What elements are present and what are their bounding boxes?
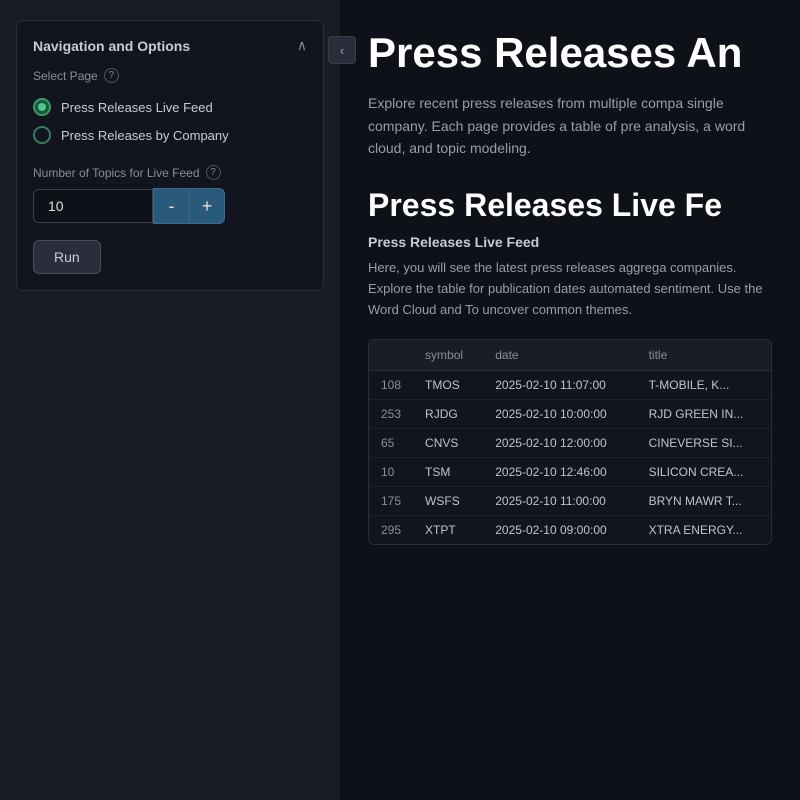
cell-id: 295 [369, 515, 413, 544]
table-row[interactable]: 10 TSM 2025-02-10 12:46:00 SILICON CREA.… [369, 457, 771, 486]
table-row[interactable]: 65 CNVS 2025-02-10 12:00:00 CINEVERSE SI… [369, 428, 771, 457]
col-header-symbol: symbol [413, 340, 483, 371]
col-header-title: title [637, 340, 771, 371]
topics-value[interactable]: 10 [33, 189, 153, 223]
cell-id: 10 [369, 457, 413, 486]
sidebar: ‹ Navigation and Options ∧ Select Page ?… [0, 0, 340, 800]
decrement-button[interactable]: - [153, 188, 189, 224]
page-description: Explore recent press releases from multi… [368, 92, 772, 159]
cell-symbol: TMOS [413, 370, 483, 399]
cell-title: XTRA ENERGY... [637, 515, 771, 544]
col-header-date: date [483, 340, 636, 371]
table-header: symbol date title [369, 340, 771, 371]
section-description: Here, you will see the latest press rele… [368, 258, 772, 320]
select-page-help-icon[interactable]: ? [104, 68, 119, 83]
cell-date: 2025-02-10 12:00:00 [483, 428, 636, 457]
section-label: Press Releases Live Feed [368, 234, 772, 250]
cell-title: SILICON CREA... [637, 457, 771, 486]
run-button[interactable]: Run [33, 240, 101, 274]
cell-date: 2025-02-10 11:00:00 [483, 486, 636, 515]
cell-symbol: CNVS [413, 428, 483, 457]
cell-symbol: WSFS [413, 486, 483, 515]
cell-id: 108 [369, 370, 413, 399]
cell-date: 2025-02-10 10:00:00 [483, 399, 636, 428]
select-page-label: Select Page ? [33, 68, 307, 83]
panel-title: Navigation and Options [33, 38, 190, 54]
cell-date: 2025-02-10 09:00:00 [483, 515, 636, 544]
cell-symbol: XTPT [413, 515, 483, 544]
cell-date: 2025-02-10 11:07:00 [483, 370, 636, 399]
chevron-left-icon: ‹ [340, 43, 344, 58]
radio-live-feed[interactable]: Press Releases Live Feed [33, 93, 307, 121]
cell-date: 2025-02-10 12:46:00 [483, 457, 636, 486]
number-input-row: 10 - + [33, 188, 307, 224]
press-releases-table: symbol date title 108 TMOS 2025-02-10 11… [369, 340, 771, 544]
cell-id: 175 [369, 486, 413, 515]
table-body: 108 TMOS 2025-02-10 11:07:00 T-MOBILE, K… [369, 370, 771, 544]
col-header-id [369, 340, 413, 371]
table-row[interactable]: 253 RJDG 2025-02-10 10:00:00 RJD GREEN I… [369, 399, 771, 428]
panel-header: Navigation and Options ∧ [33, 37, 307, 54]
topics-section: Number of Topics for Live Feed ? 10 - + [33, 165, 307, 224]
increment-button[interactable]: + [189, 188, 225, 224]
table-row[interactable]: 295 XTPT 2025-02-10 09:00:00 XTRA ENERGY… [369, 515, 771, 544]
cell-symbol: RJDG [413, 399, 483, 428]
cell-id: 253 [369, 399, 413, 428]
cell-title: CINEVERSE SI... [637, 428, 771, 457]
topics-label: Number of Topics for Live Feed ? [33, 165, 307, 180]
cell-symbol: TSM [413, 457, 483, 486]
chevron-up-icon[interactable]: ∧ [297, 37, 307, 54]
cell-title: BRYN MAWR T... [637, 486, 771, 515]
radio-label-live-feed: Press Releases Live Feed [61, 100, 213, 115]
table-row[interactable]: 108 TMOS 2025-02-10 11:07:00 T-MOBILE, K… [369, 370, 771, 399]
press-releases-table-container: symbol date title 108 TMOS 2025-02-10 11… [368, 339, 772, 545]
cell-title: T-MOBILE, K... [637, 370, 771, 399]
radio-circle-by-company [33, 126, 51, 144]
nav-options-panel: Navigation and Options ∧ Select Page ? P… [16, 20, 324, 291]
collapse-button[interactable]: ‹ [328, 36, 356, 64]
main-content: Press Releases An Explore recent press r… [340, 0, 800, 800]
radio-by-company[interactable]: Press Releases by Company [33, 121, 307, 149]
table-row[interactable]: 175 WSFS 2025-02-10 11:00:00 BRYN MAWR T… [369, 486, 771, 515]
cell-id: 65 [369, 428, 413, 457]
page-heading: Press Releases An [368, 30, 772, 76]
radio-circle-live-feed [33, 98, 51, 116]
topics-help-icon[interactable]: ? [206, 165, 221, 180]
cell-title: RJD GREEN IN... [637, 399, 771, 428]
radio-label-by-company: Press Releases by Company [61, 128, 229, 143]
section-heading: Press Releases Live Fe [368, 187, 772, 224]
